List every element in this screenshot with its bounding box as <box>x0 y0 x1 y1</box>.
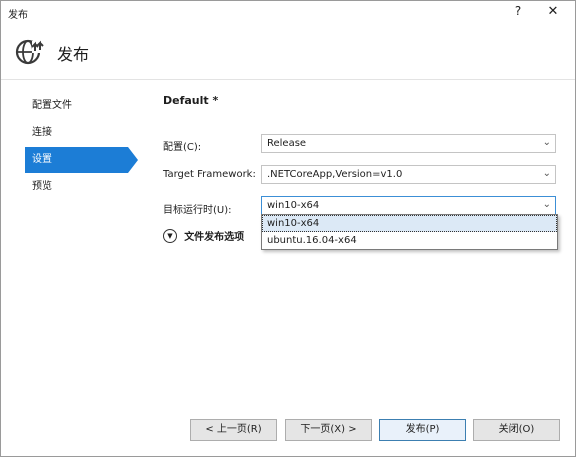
file-publish-options-label: 文件发布选项 <box>184 232 245 243</box>
chevron-down-circle-icon: ▼ <box>163 228 177 243</box>
close-button[interactable]: 关闭(O) <box>473 419 560 441</box>
dropdown-option-ubuntu[interactable]: ubuntu.16.04-x64 <box>262 232 557 249</box>
target-runtime-dropdown-list: win10-x64 ubuntu.16.04-x64 <box>261 214 558 250</box>
globe-publish-icon <box>15 39 44 65</box>
nav-item-settings[interactable]: 设置 <box>25 147 138 173</box>
publish-button[interactable]: 发布(P) <box>379 419 466 441</box>
configuration-label: 配置(C): <box>163 142 202 153</box>
chevron-down-icon: ⌄ <box>542 199 551 210</box>
target-framework-value: .NETCoreApp,Version=v1.0 <box>267 169 403 180</box>
nav-item-connection[interactable]: 连接 <box>25 120 131 146</box>
chevron-down-icon: ⌄ <box>542 168 551 179</box>
nav-item-profile[interactable]: 配置文件 <box>25 93 131 119</box>
window-title: 发布 <box>8 10 28 21</box>
chevron-down-icon: ⌄ <box>542 137 551 148</box>
header-title: 发布 <box>57 45 90 64</box>
publish-dialog: 发布 ? ✕ 发布 配置文件 连接 设置 预览 Default * 配置(C):… <box>0 0 576 457</box>
nav-item-preview[interactable]: 预览 <box>25 174 131 200</box>
configuration-select[interactable]: Release ⌄ <box>261 134 556 153</box>
target-framework-select[interactable]: .NETCoreApp,Version=v1.0 ⌄ <box>261 165 556 184</box>
title-bar: 发布 ? ✕ <box>1 1 575 25</box>
dropdown-option-win10-x64[interactable]: win10-x64 <box>262 215 557 232</box>
target-runtime-label: 目标运行时(U): <box>163 205 232 216</box>
target-framework-label: Target Framework: <box>163 169 256 180</box>
target-runtime-value: win10-x64 <box>267 200 320 211</box>
help-button[interactable]: ? <box>511 4 525 18</box>
wizard-nav: 配置文件 连接 设置 预览 <box>25 93 138 201</box>
profile-title: Default * <box>163 94 219 107</box>
file-publish-options-expander[interactable]: ▼ 文件发布选项 <box>163 228 244 243</box>
dialog-header: 发布 <box>1 25 575 80</box>
configuration-value: Release <box>267 138 307 149</box>
target-runtime-select[interactable]: win10-x64 ⌄ <box>261 196 556 215</box>
next-button[interactable]: 下一页(X) > <box>285 419 372 441</box>
close-window-button[interactable]: ✕ <box>546 4 560 19</box>
prev-button[interactable]: < 上一页(R) <box>190 419 277 441</box>
